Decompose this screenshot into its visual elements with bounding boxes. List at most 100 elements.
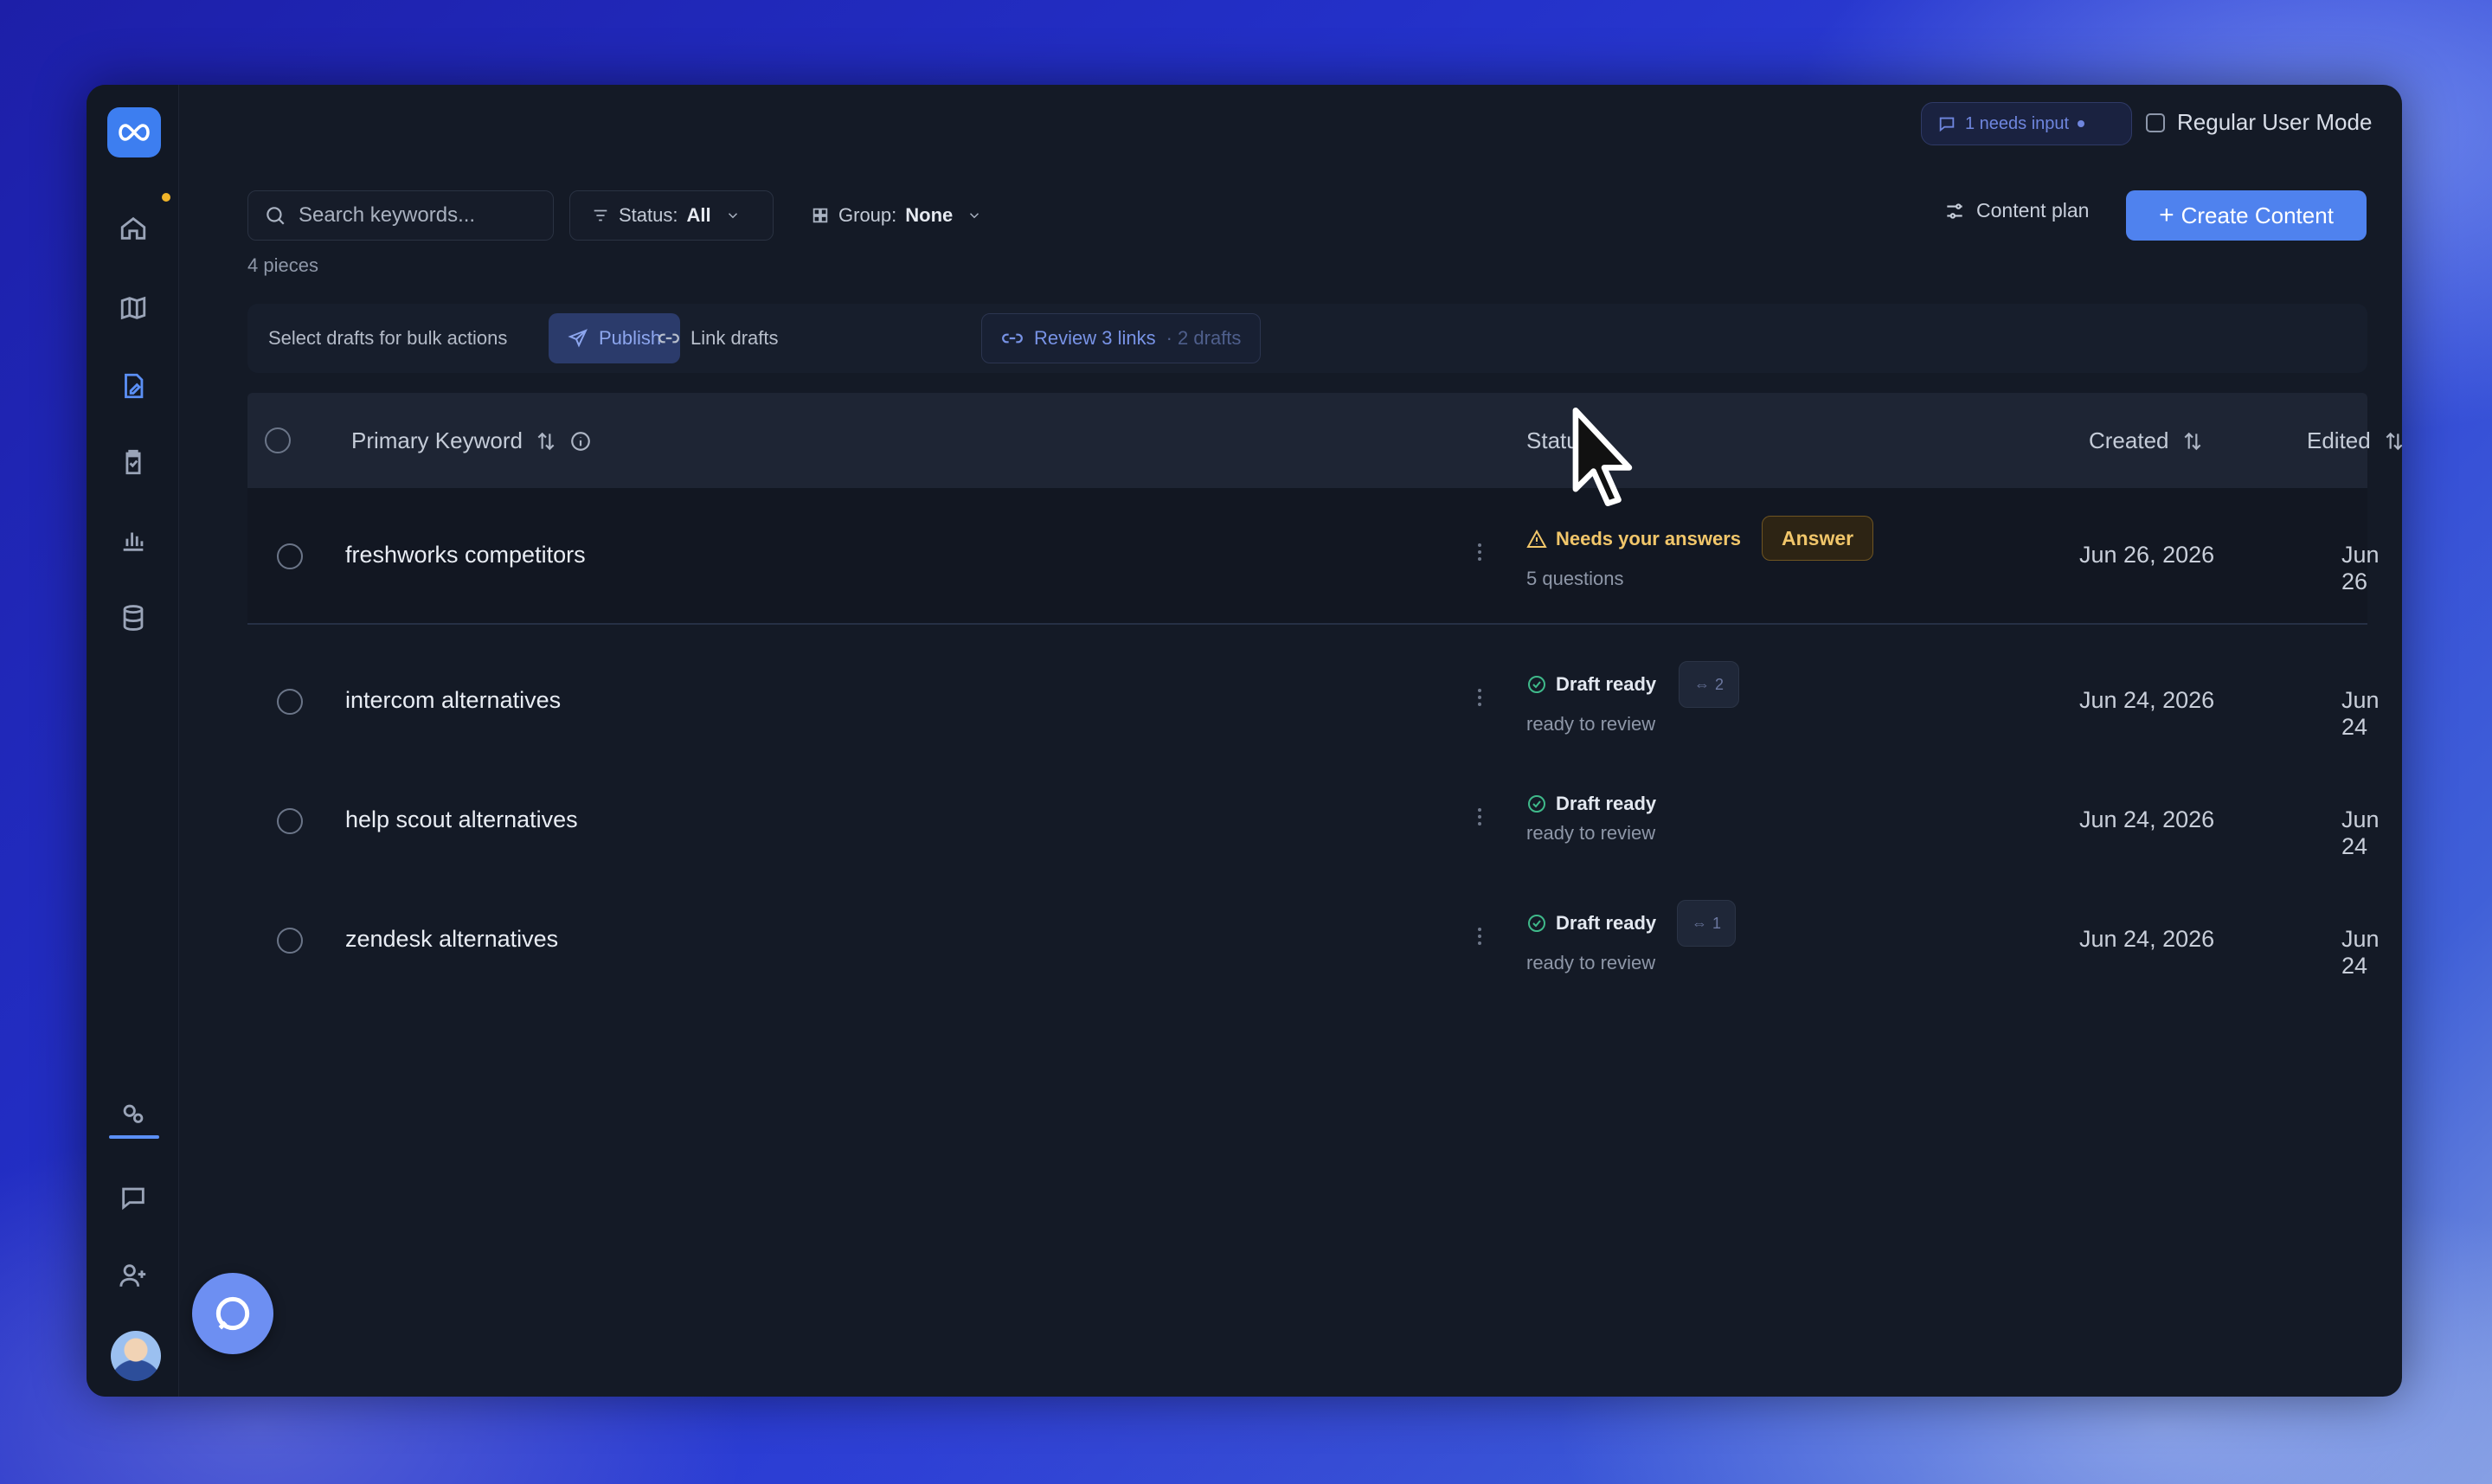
row-status-label: Needs your answers — [1556, 528, 1741, 549]
chat-icon — [1939, 117, 1955, 132]
active-underline — [109, 1135, 159, 1139]
kebab-icon[interactable] — [1476, 685, 1483, 710]
table-header: Primary Keyword Status Created Edited — [247, 393, 2402, 488]
table-row[interactable]: freshworks competitors Needs your answer… — [247, 488, 2380, 625]
row-status: Draft ready — [1526, 793, 1656, 815]
row-status-label: Draft ready — [1556, 673, 1657, 695]
link-icon — [658, 333, 679, 344]
sliders-icon — [1947, 202, 1962, 219]
review-links-button[interactable]: Review 3 links · 2 drafts — [981, 313, 1262, 363]
regular-user-mode-checkbox[interactable] — [2146, 112, 2165, 132]
status-filter-value: All — [686, 204, 711, 226]
link-drafts-label: Link drafts — [690, 327, 779, 349]
row-edited: Jun 24 — [2341, 806, 2380, 859]
avatar[interactable] — [111, 1331, 161, 1381]
content-plan-button[interactable]: Content plan — [1943, 199, 2089, 222]
row-checkbox[interactable] — [277, 928, 303, 954]
row-created: Jun 24, 2026 — [2079, 687, 2215, 713]
row-status: Draft ready — [1526, 673, 1656, 696]
search-icon — [267, 207, 285, 225]
grid-icon — [812, 208, 828, 223]
chevron-down-icon — [728, 213, 737, 219]
search-input[interactable]: Search keywords... — [247, 190, 554, 241]
map-icon[interactable] — [112, 287, 154, 329]
row-checkbox[interactable] — [277, 543, 303, 569]
row-status-label: Draft ready — [1556, 912, 1657, 934]
row-created: Jun 24, 2026 — [2079, 806, 2215, 832]
links-count: 1 — [1712, 914, 1721, 932]
bar-chart-icon[interactable] — [112, 519, 154, 561]
sort-icon[interactable] — [2383, 430, 2402, 453]
row-edited: Jun 26 — [2341, 542, 2380, 594]
regular-user-mode-label: Regular User Mode — [2177, 109, 2373, 135]
database-icon[interactable] — [112, 597, 154, 639]
check-circle-icon — [1528, 915, 1545, 932]
row-status: Draft ready — [1526, 912, 1656, 935]
create-content-label: Create Content — [2180, 202, 2334, 228]
answer-button[interactable]: Answer — [1762, 516, 1874, 561]
bulk-actions-bar: Select drafts for bulk actions Publish L… — [247, 304, 2367, 373]
kebab-icon[interactable] — [1476, 540, 1483, 564]
notification-dot — [162, 193, 170, 202]
kebab-icon[interactable] — [1476, 805, 1483, 829]
header-edited[interactable]: Edited — [2307, 427, 2402, 454]
send-icon — [568, 329, 588, 348]
sort-icon[interactable] — [535, 430, 557, 453]
clipboard-icon[interactable] — [112, 441, 154, 483]
table-row[interactable]: intercom alternatives Draft ready ⇔ 2 re… — [247, 639, 2380, 760]
row-status-sub: ready to review — [1526, 822, 1656, 844]
warning-icon — [1526, 529, 1547, 548]
app-window: 1 needs input Regular User Mode Search k… — [87, 85, 2402, 1397]
status-filter[interactable]: Status: All — [569, 190, 774, 241]
create-content-button[interactable]: + Create Content — [2126, 190, 2367, 241]
link-icon: ⇔ — [1691, 914, 1707, 932]
header-created[interactable]: Created — [2089, 427, 2204, 454]
chat-icon — [215, 1296, 250, 1331]
regular-user-mode-toggle[interactable]: Regular User Mode — [2146, 109, 2372, 136]
sidebar — [87, 85, 179, 1397]
row-created: Jun 26, 2026 — [2079, 542, 2215, 568]
document-edit-icon[interactable] — [112, 365, 154, 407]
kebab-icon[interactable] — [1476, 924, 1483, 948]
header-edited-label: Edited — [2307, 427, 2371, 453]
bulk-actions-label: Select drafts for bulk actions — [268, 327, 508, 349]
row-status-sub: ready to review — [1526, 713, 1656, 735]
links-chip[interactable]: ⇔ 1 — [1677, 900, 1736, 947]
select-all-checkbox[interactable] — [265, 427, 291, 453]
row-checkbox[interactable] — [277, 689, 303, 715]
group-filter-value: None — [905, 204, 954, 226]
row-checkbox[interactable] — [277, 808, 303, 834]
home-icon[interactable] — [112, 208, 154, 249]
row-status-sub: ready to review — [1526, 952, 1656, 973]
header-primary-keyword-label: Primary Keyword — [351, 427, 523, 453]
support-chat-button[interactable] — [192, 1273, 273, 1354]
row-status-sub: 5 questions — [1526, 568, 1624, 589]
row-edited: Jun 24 — [2341, 926, 2380, 979]
filter-icon — [594, 209, 607, 222]
content-plan-label: Content plan — [1976, 199, 2090, 222]
header-primary-keyword[interactable]: Primary Keyword — [351, 427, 592, 454]
row-created: Jun 24, 2026 — [2079, 926, 2215, 952]
review-links-label: Review 3 links — [1034, 327, 1156, 349]
add-user-icon[interactable] — [112, 1255, 154, 1296]
group-filter-label: Group: — [838, 204, 897, 226]
review-links-suffix: · 2 drafts — [1166, 327, 1242, 349]
links-chip[interactable]: ⇔ 2 — [1679, 661, 1739, 708]
needs-input-badge[interactable]: 1 needs input — [1921, 102, 2132, 145]
table-row[interactable]: zendesk alternatives Draft ready ⇔ 1 rea… — [247, 879, 2380, 1000]
info-icon[interactable] — [569, 430, 592, 453]
row-status: Needs your answers — [1526, 528, 1741, 550]
logo-icon[interactable] — [107, 107, 161, 157]
search-placeholder: Search keywords... — [299, 203, 476, 227]
row-status-label: Draft ready — [1556, 793, 1657, 814]
sort-icon[interactable] — [2181, 430, 2204, 453]
badge-dot — [2078, 120, 2085, 127]
plus-icon: + — [2159, 201, 2174, 229]
integrations-icon[interactable] — [112, 1094, 154, 1135]
group-filter[interactable]: Group: None — [789, 190, 1012, 241]
check-circle-icon — [1528, 676, 1545, 693]
table-row[interactable]: help scout alternatives Draft ready read… — [247, 760, 2380, 879]
link-icon — [1002, 333, 1023, 344]
chat-icon[interactable] — [112, 1177, 154, 1218]
link-drafts-button[interactable]: Link drafts — [639, 313, 798, 363]
